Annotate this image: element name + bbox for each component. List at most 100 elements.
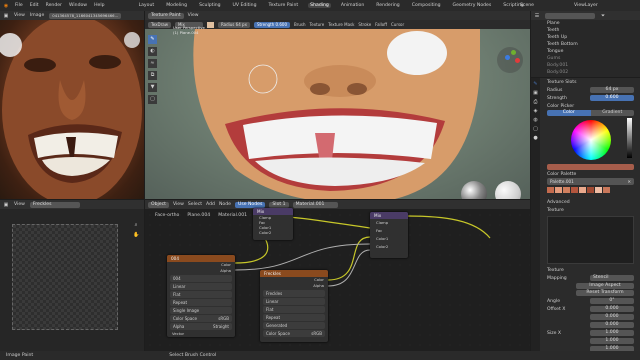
tab-animation[interactable]: Animation (339, 3, 366, 8)
gizmo-y-icon[interactable] (511, 50, 516, 55)
tab-sculpting[interactable]: Sculpting (197, 3, 222, 8)
color-palette-header[interactable]: Color Palette (541, 170, 640, 178)
tab-gradient[interactable]: Gradient (590, 110, 634, 116)
menu-file[interactable]: File (15, 3, 23, 8)
advanced-panel-header[interactable]: Advanced (541, 198, 640, 206)
image-texture-node-freckles[interactable]: Freckles Color Alpha Freckles Linear Fla… (260, 270, 328, 342)
mode-selector[interactable]: Texture Paint (148, 12, 184, 19)
mix-node-2-row[interactable]: Color2 (370, 243, 408, 251)
mix-node-row[interactable]: Color2 (253, 230, 293, 235)
zoom-icon[interactable]: ⌕ (133, 222, 139, 228)
palette-swatch[interactable] (547, 187, 554, 193)
mask-tool-icon[interactable]: ▢ (148, 95, 157, 104)
tex1-interpolation[interactable]: Linear (170, 283, 232, 290)
image-filename-field[interactable]: 041364578_1166041345696466... (49, 12, 122, 19)
outliner-type-icon[interactable]: ☰ (534, 13, 540, 19)
viewport-view-menu[interactable]: View (188, 13, 199, 18)
image-aspect-button[interactable]: Image Aspect (576, 283, 634, 289)
view-layer-selector[interactable]: ViewLayer (574, 3, 598, 8)
tab-color[interactable]: Color (547, 110, 591, 116)
outliner-item[interactable]: Body.001 (531, 62, 640, 69)
value-slider[interactable] (627, 118, 632, 158)
scene-selector[interactable]: Scene (520, 3, 534, 8)
tex1-alpha[interactable]: Alpha Straight (170, 323, 232, 330)
output-tab-icon[interactable]: ⎙ (533, 99, 539, 105)
falloff-menu[interactable]: Falloff (375, 22, 387, 27)
tab-shading[interactable]: Shading (308, 3, 331, 8)
size-y-field[interactable]: 1.000 (590, 338, 634, 344)
mix-node-2-row[interactable]: Color1 (370, 235, 408, 243)
tab-texture-paint[interactable]: Texture Paint (267, 3, 301, 8)
tab-geometry-nodes[interactable]: Geometry Nodes (451, 3, 494, 8)
strength-field[interactable]: Strength 0.600 (253, 21, 290, 28)
outliner-item[interactable]: Gums (531, 55, 640, 62)
outliner-item[interactable]: Teeth Up (531, 34, 640, 41)
menu-edit[interactable]: Edit (30, 3, 39, 8)
image-texture-node-004[interactable]: 004 Color Alpha 004 Linear Flat Repeat S… (167, 255, 235, 337)
tool-tab-icon[interactable]: ✎ (533, 81, 539, 87)
tex1-alpha-output[interactable]: Alpha (167, 268, 231, 274)
palette-swatch[interactable] (563, 187, 570, 193)
brush-selector[interactable]: TexDraw (148, 21, 171, 28)
image-editor-type-icon[interactable]: ▣ (3, 202, 9, 208)
texture-menu[interactable]: Texture (310, 22, 325, 27)
menu-render[interactable]: Render (46, 3, 62, 8)
brush-menu[interactable]: Brush (294, 22, 306, 27)
props-strength-field[interactable]: 0.600 (590, 95, 634, 101)
navigation-gizmo[interactable] (497, 47, 523, 73)
outliner-item[interactable]: Plane (531, 20, 640, 27)
outliner-item[interactable]: Teeth Bottom (531, 41, 640, 48)
palette-swatch[interactable] (571, 187, 578, 193)
tex2-color-space[interactable]: Color Space sRGB (263, 330, 325, 337)
cursor-menu[interactable]: Cursor (391, 22, 404, 27)
texture-mask-menu[interactable]: Texture Mask (328, 22, 354, 27)
render-tab-icon[interactable]: ▣ (533, 90, 539, 96)
pan-icon[interactable]: ✋ (133, 232, 139, 238)
tex2-image-field[interactable]: Freckles (263, 290, 325, 297)
offset-x-field[interactable]: 0.000 (590, 306, 634, 312)
tex2-source[interactable]: Generated (263, 322, 325, 329)
offset-z-field[interactable]: 0.000 (590, 322, 634, 328)
palette-swatch[interactable] (579, 187, 586, 193)
outliner-search[interactable] (545, 12, 595, 19)
world-tab-icon[interactable]: ◍ (533, 117, 539, 123)
close-icon[interactable]: ✕ (627, 178, 631, 185)
soften-tool-icon[interactable]: ◐ (148, 47, 157, 56)
gizmo-x-icon[interactable] (515, 58, 520, 63)
mix-node-2-row[interactable]: Fac (370, 227, 408, 235)
object-tab-icon[interactable]: ▢ (533, 126, 539, 132)
mapping-dropdown[interactable]: Stencil (590, 275, 634, 281)
angle-field[interactable]: 0° (590, 298, 634, 304)
mix-node-2-row[interactable]: Clamp (370, 219, 408, 227)
tex2-alpha-output[interactable]: Alpha (260, 283, 324, 289)
brush-color-swatch[interactable] (206, 21, 214, 28)
tex1-vector-input[interactable]: Vector (167, 331, 235, 336)
radius-field[interactable]: Radius 64 px (217, 21, 250, 28)
reset-transform-button[interactable]: Reset Transform (576, 290, 634, 296)
texture-slots-row[interactable]: Texture Slots (541, 78, 640, 86)
draw-tool-icon[interactable]: ✎ (148, 35, 157, 44)
tab-rendering[interactable]: Rendering (374, 3, 401, 8)
blender-logo-icon[interactable]: ◉ (3, 3, 9, 9)
stroke-menu[interactable]: Stroke (358, 22, 371, 27)
texture-panel-header[interactable]: Texture (541, 206, 640, 214)
outliner-item[interactable]: Tongue (531, 48, 640, 55)
menu-help[interactable]: Help (94, 3, 104, 8)
menu-window[interactable]: Window (69, 3, 87, 8)
palette-selector[interactable]: Palette.001 ✕ (547, 178, 634, 185)
palette-swatch[interactable] (555, 187, 562, 193)
size-x-field[interactable]: 1.000 (590, 330, 634, 336)
viewport-3d[interactable]: Texture Paint View TexDraw Mix Radius 64… (145, 11, 530, 199)
smear-tool-icon[interactable]: ≈ (148, 59, 157, 68)
tab-modeling[interactable]: Modeling (164, 3, 189, 8)
tex1-color-space[interactable]: Color Space sRGB (170, 315, 232, 322)
image-editor-type-icon[interactable]: ▣ (3, 13, 9, 19)
image-editor-image-menu[interactable]: Image (30, 13, 44, 18)
image-editor-view-menu[interactable]: View (14, 13, 25, 18)
filter-icon[interactable]: ⏷ (600, 13, 606, 19)
freckles-canvas[interactable] (12, 224, 118, 330)
tab-uv-editing[interactable]: UV Editing (231, 3, 259, 8)
tex1-source[interactable]: Single Image (170, 307, 232, 314)
tex2-projection[interactable]: Flat (263, 306, 325, 313)
outliner-item[interactable]: Teeth (531, 27, 640, 34)
